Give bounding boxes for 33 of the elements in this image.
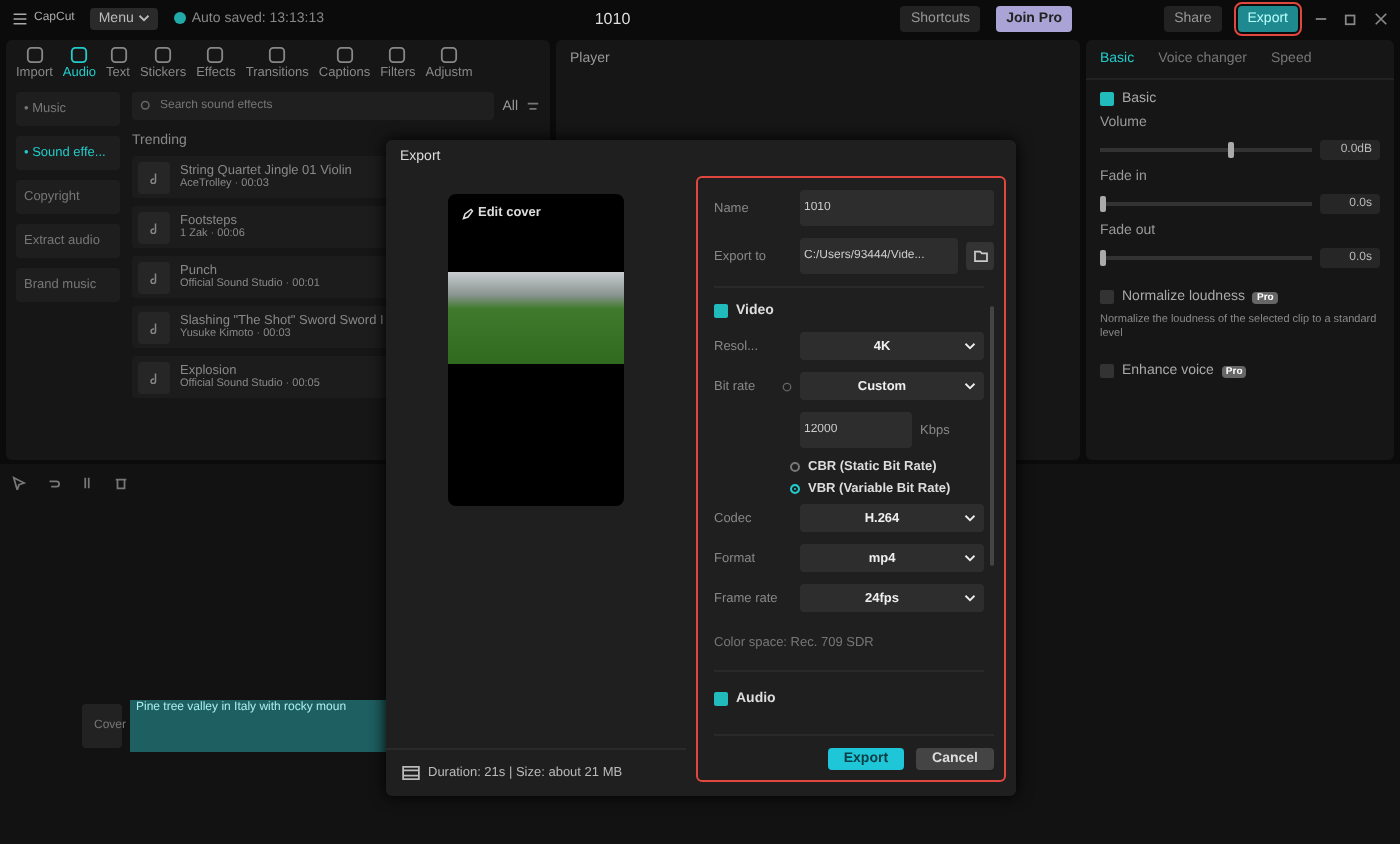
music-note-icon	[148, 171, 160, 183]
project-title: 1010	[592, 9, 633, 27]
checkbox[interactable]	[714, 304, 728, 318]
close-icon[interactable]	[1374, 11, 1388, 25]
folder-icon[interactable]	[966, 242, 994, 270]
checkbox[interactable]	[1100, 290, 1114, 304]
scrollbar[interactable]	[990, 306, 994, 566]
sort-icon[interactable]	[526, 99, 540, 113]
status-dot	[173, 12, 186, 24]
undo-icon[interactable]	[46, 475, 60, 489]
slider-thumb[interactable]	[1227, 142, 1234, 158]
restore-icon[interactable]	[1344, 11, 1358, 25]
checkbox[interactable]	[1100, 364, 1114, 379]
chevron-down-icon	[964, 514, 976, 522]
film-icon	[402, 766, 420, 780]
music-note-icon	[148, 321, 160, 333]
chevron-down-icon	[964, 382, 976, 390]
checkbox[interactable]	[1100, 92, 1114, 106]
chevron-down-icon	[964, 594, 976, 602]
checkbox[interactable]	[714, 692, 728, 706]
slider-thumb[interactable]	[1100, 196, 1106, 212]
slider-thumb[interactable]	[1100, 250, 1106, 266]
chevron-down-icon	[137, 14, 150, 22]
chevron-down-icon	[964, 342, 976, 350]
delete-icon[interactable]	[114, 475, 128, 489]
info-icon	[782, 381, 792, 391]
split-icon[interactable]	[80, 475, 94, 489]
pencil-icon	[462, 207, 474, 219]
cursor-icon[interactable]	[12, 475, 26, 489]
music-note-icon	[148, 271, 160, 283]
chevron-down-icon	[964, 554, 976, 562]
music-note-icon	[148, 221, 160, 233]
music-note-icon	[148, 371, 160, 383]
